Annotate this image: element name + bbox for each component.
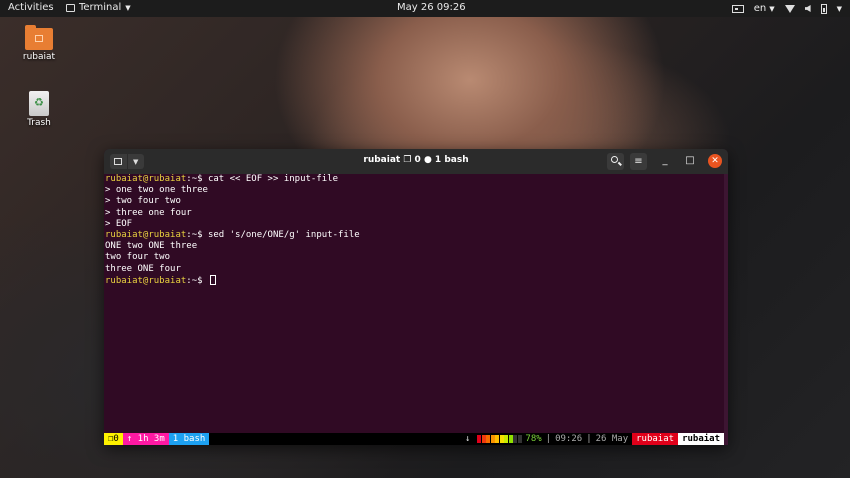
desktop-icon-trash[interactable]: ♻ Trash [9, 91, 69, 128]
wifi-icon[interactable] [784, 4, 795, 13]
status-date: 26 May [595, 434, 629, 444]
top-panel: Activities Terminal ▼ May 26 09:26 en ▼ … [0, 0, 850, 17]
status-time: 09:26 [555, 434, 583, 444]
battery-icon[interactable] [820, 3, 827, 14]
battery-gauge-segment [517, 435, 522, 443]
scrollbar[interactable] [724, 174, 728, 445]
battery-gauge-segment [504, 435, 509, 443]
screen-share-icon[interactable] [731, 4, 744, 13]
system-tray[interactable]: en ▼ ▼ [731, 1, 842, 16]
window-indicator: 1 bash [168, 433, 210, 445]
terminal-line: > two four two [105, 196, 181, 207]
session-indicator: ❐0 [104, 433, 123, 445]
tmux-status-bar: ❐0 ↑ 1h 3m 1 bash ↓ 78% | 09:26 | 26 May… [104, 433, 724, 445]
battery-percent: 78% [525, 434, 542, 444]
command-text: :~$ cat << EOF >> input-file [186, 174, 338, 184]
terminal-line: three ONE four [105, 263, 181, 274]
terminal-icon [66, 3, 75, 12]
battery-gauge-segment [495, 435, 500, 443]
app-menu-label: Terminal [79, 2, 122, 13]
command-text: :~$ [186, 275, 208, 286]
volume-icon[interactable] [804, 5, 811, 12]
battery-gauge-segment [499, 435, 504, 443]
desktop-icon-label: rubaiat [22, 52, 56, 62]
down-arrow-icon: ↓ [464, 434, 471, 444]
hamburger-menu-button[interactable]: ≡ [630, 153, 647, 170]
battery-gauge-segment [481, 435, 486, 443]
prompt-user: rubaiat@rubaiat [105, 229, 187, 240]
terminal-line: rubaiat@rubaiat:~$ [105, 274, 725, 286]
maximize-icon: □ [685, 155, 695, 166]
terminal-window[interactable]: ▼ rubaiat ❐ 0 ● 1 bash ≡ _ □ ✕ rubaiat@r… [104, 149, 728, 445]
uptime-indicator: ↑ 1h 3m [122, 433, 169, 445]
prompt-user: rubaiat@rubaiat [105, 275, 187, 286]
minimize-icon: _ [662, 155, 668, 166]
battery-gauge [474, 433, 525, 445]
battery-gauge-segment [486, 435, 491, 443]
title-bar[interactable]: ▼ rubaiat ❐ 0 ● 1 bash ≡ _ □ ✕ [104, 149, 728, 174]
hamburger-icon: ≡ [634, 156, 643, 167]
desktop-icon-label: Trash [27, 118, 51, 128]
maximize-button[interactable]: □ [683, 154, 697, 168]
terminal-line: rubaiat@rubaiat:~$ sed 's/one/ONE/g' inp… [105, 230, 725, 241]
terminal-line: two four two [105, 252, 171, 263]
close-button[interactable]: ✕ [708, 154, 722, 168]
minimize-button[interactable]: _ [658, 154, 672, 168]
prompt-user: rubaiat@rubaiat [105, 174, 187, 184]
terminal-output[interactable]: rubaiat@rubaiat:~$ cat << EOF >> input-f… [104, 174, 725, 445]
close-icon: ✕ [711, 156, 719, 166]
status-user: rubaiat [678, 433, 724, 445]
battery-gauge-segment [508, 435, 513, 443]
search-button[interactable] [607, 153, 624, 170]
battery-gauge-segment [490, 435, 495, 443]
terminal-line: > three one four [105, 207, 192, 218]
text-cursor [209, 274, 216, 285]
battery-gauge-segment [477, 435, 482, 443]
status-spacer [209, 433, 461, 445]
language-label: en [753, 3, 767, 14]
app-menu[interactable]: Terminal ▼ [66, 2, 131, 13]
trash-icon: ♻ [29, 91, 49, 116]
desktop-icon-home[interactable]: rubaiat [9, 24, 69, 62]
battery-gauge-segment [513, 435, 518, 443]
search-icon [611, 156, 618, 163]
terminal-line: > one two one three [105, 185, 208, 196]
chevron-down-icon: ▼ [125, 3, 131, 12]
chevron-down-icon: ▼ [769, 4, 775, 13]
home-folder-icon [25, 25, 53, 50]
status-host: rubaiat [632, 433, 679, 445]
clock[interactable]: May 26 09:26 [397, 2, 466, 13]
terminal-line: rubaiat@rubaiat:~$ cat << EOF >> input-f… [105, 174, 725, 185]
language-indicator[interactable]: en ▼ [754, 3, 775, 14]
activities-button[interactable]: Activities [8, 2, 54, 13]
command-text: :~$ sed 's/one/ONE/g' input-file [186, 229, 360, 240]
chevron-down-icon[interactable]: ▼ [837, 5, 842, 13]
terminal-line: > EOF [105, 218, 133, 229]
terminal-line: ONE two ONE three [105, 241, 198, 252]
